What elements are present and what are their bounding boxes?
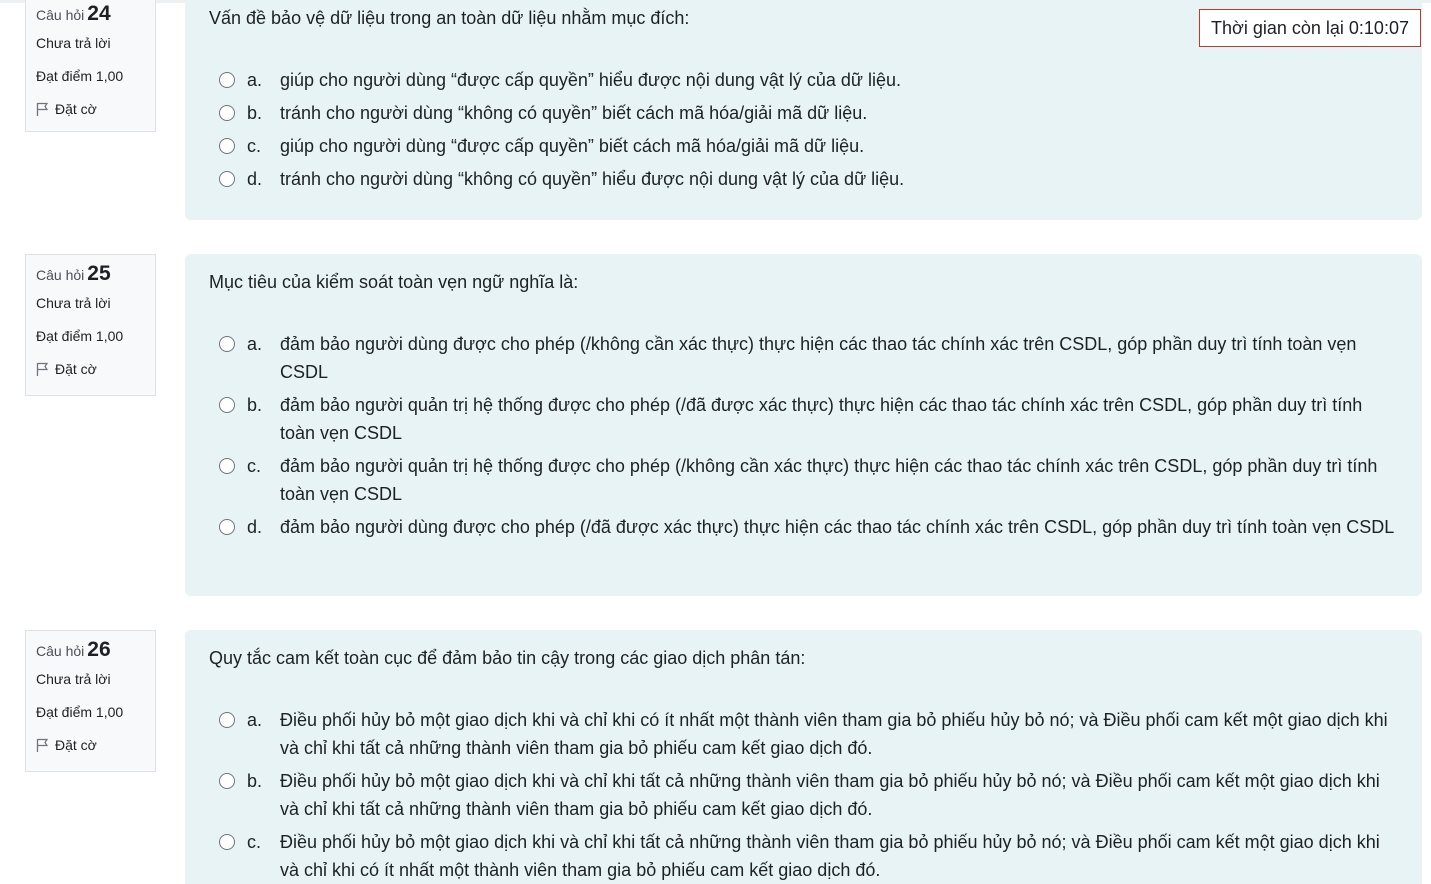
question-number: Câu hỏi 26 bbox=[36, 638, 111, 661]
question-text: Vấn đề bảo vệ dữ liệu trong an toàn dữ l… bbox=[209, 8, 690, 28]
answer-option[interactable]: a. giúp cho người dùng “được cấp quyền” h… bbox=[219, 66, 1399, 94]
question-number: Câu hỏi 25 bbox=[36, 262, 111, 285]
flag-icon bbox=[36, 102, 49, 116]
answer-option[interactable]: c. giúp cho người dùng “được cấp quyền” b… bbox=[219, 132, 1399, 160]
flag-question-button[interactable]: Đặt cờ bbox=[36, 93, 155, 126]
flag-icon bbox=[36, 738, 49, 752]
question-text: Mục tiêu của kiểm soát toàn vẹn ngữ nghĩ… bbox=[209, 272, 579, 292]
quiz-timer: Thời gian còn lại 0:10:07 bbox=[1199, 9, 1421, 47]
question-status: Chưa trả lời bbox=[36, 671, 111, 687]
radio-button[interactable] bbox=[219, 72, 235, 88]
flag-icon bbox=[36, 362, 49, 376]
flag-label: Đặt cờ bbox=[55, 737, 97, 753]
flag-label: Đặt cờ bbox=[55, 361, 97, 377]
radio-button[interactable] bbox=[219, 712, 235, 728]
radio-button[interactable] bbox=[219, 105, 235, 121]
question-info: Câu hỏi 24 Chưa trả lời Đạt điểm 1,00 Đặt… bbox=[25, 0, 156, 132]
flag-question-button[interactable]: Đặt cờ bbox=[36, 729, 155, 762]
radio-button[interactable] bbox=[219, 519, 235, 535]
timer-value: 0:10:07 bbox=[1348, 18, 1409, 38]
radio-button[interactable] bbox=[219, 171, 235, 187]
question-number: Câu hỏi 24 bbox=[36, 2, 111, 25]
question-number-value: 26 bbox=[87, 638, 111, 661]
radio-button[interactable] bbox=[219, 336, 235, 352]
question-content: Quy tắc cam kết toàn cục để đảm bảo tin … bbox=[185, 630, 1422, 884]
answer-option[interactable]: b. đảm bảo người quản trị hệ thống được c… bbox=[219, 391, 1399, 447]
answer-option[interactable]: b. Điều phối hủy bỏ một giao dịch khi và … bbox=[219, 767, 1399, 823]
answer-option[interactable]: a. Điều phối hủy bỏ một giao dịch khi và … bbox=[219, 706, 1399, 762]
question-number-value: 24 bbox=[87, 2, 111, 25]
answer-list: a. giúp cho người dùng “được cấp quyền” h… bbox=[219, 66, 1399, 198]
question-status: Chưa trả lời bbox=[36, 295, 111, 311]
question-text: Quy tắc cam kết toàn cục để đảm bảo tin … bbox=[209, 648, 806, 668]
question-number-value: 25 bbox=[87, 262, 111, 285]
question-mark: Đạt điểm 1,00 bbox=[36, 68, 124, 84]
radio-button[interactable] bbox=[219, 397, 235, 413]
answer-option[interactable]: a. đảm bảo người dùng được cho phép (/khô… bbox=[219, 330, 1399, 386]
flag-question-button[interactable]: Đặt cờ bbox=[36, 353, 155, 386]
question-mark: Đạt điểm 1,00 bbox=[36, 704, 124, 720]
radio-button[interactable] bbox=[219, 773, 235, 789]
radio-button[interactable] bbox=[219, 458, 235, 474]
answer-option[interactable]: c. đảm bảo người quản trị hệ thống được c… bbox=[219, 452, 1399, 508]
answer-option[interactable]: b. tránh cho người dùng “không có quyền” … bbox=[219, 99, 1399, 127]
answer-option[interactable]: d. đảm bảo người dùng được cho phép (/đã … bbox=[219, 513, 1399, 541]
radio-button[interactable] bbox=[219, 834, 235, 850]
question-mark: Đạt điểm 1,00 bbox=[36, 328, 124, 344]
question-content: Mục tiêu của kiểm soát toàn vẹn ngữ nghĩ… bbox=[185, 254, 1422, 596]
question-status: Chưa trả lời bbox=[36, 35, 111, 51]
radio-button[interactable] bbox=[219, 138, 235, 154]
answer-list: a. đảm bảo người dùng được cho phép (/khô… bbox=[219, 330, 1399, 546]
question-info: Câu hỏi 26 Chưa trả lời Đạt điểm 1,00 Đặt… bbox=[25, 630, 156, 772]
answer-list: a. Điều phối hủy bỏ một giao dịch khi và … bbox=[219, 706, 1399, 884]
flag-label: Đặt cờ bbox=[55, 101, 97, 117]
answer-option[interactable]: d. tránh cho người dùng “không có quyền” … bbox=[219, 165, 1399, 193]
question-info: Câu hỏi 25 Chưa trả lời Đạt điểm 1,00 Đặt… bbox=[25, 254, 156, 396]
timer-label: Thời gian còn lại bbox=[1211, 18, 1344, 38]
answer-option[interactable]: c. Điều phối hủy bỏ một giao dịch khi và … bbox=[219, 828, 1399, 884]
